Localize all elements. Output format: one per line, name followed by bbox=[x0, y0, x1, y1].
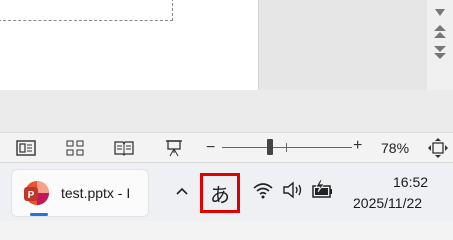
next-slide-icon[interactable] bbox=[433, 46, 447, 60]
scroll-down-arrow-icon[interactable] bbox=[433, 6, 447, 20]
normal-view-icon bbox=[16, 140, 36, 156]
show-hidden-icons-button[interactable] bbox=[172, 181, 192, 201]
reading-view-button[interactable] bbox=[113, 138, 135, 158]
zoom-slider-thumb[interactable] bbox=[267, 139, 273, 155]
status-bar: − + 78% bbox=[0, 132, 453, 163]
chevron-up-icon bbox=[176, 187, 188, 195]
reading-view-icon bbox=[114, 141, 134, 156]
fit-to-window-icon bbox=[428, 138, 448, 158]
clock-date[interactable]: 2025/11/22 bbox=[353, 195, 422, 211]
zoom-slider-center-tick bbox=[286, 143, 287, 152]
canvas-divider bbox=[258, 0, 259, 90]
active-app-indicator bbox=[30, 213, 48, 216]
svg-text:P: P bbox=[28, 190, 35, 201]
ime-mode-indicator[interactable]: あ bbox=[200, 173, 240, 213]
zoom-slider-track[interactable] bbox=[222, 147, 352, 148]
ime-mode-label: あ bbox=[210, 184, 230, 207]
slide-sorter-button[interactable] bbox=[64, 138, 86, 158]
taskbar-app-label: test.pptx - I bbox=[61, 185, 131, 201]
powerpoint-icon: P bbox=[24, 181, 49, 205]
windows-taskbar: P test.pptx - I あ 16:52 2025/11/22 bbox=[0, 162, 453, 221]
fit-slide-button[interactable] bbox=[427, 137, 449, 159]
taskbar-app-powerpoint[interactable]: P test.pptx - I bbox=[12, 170, 148, 216]
normal-view-button[interactable] bbox=[15, 138, 37, 158]
slide-canvas[interactable] bbox=[0, 0, 258, 90]
battery-charging-icon[interactable] bbox=[311, 180, 335, 200]
slide-show-button[interactable] bbox=[163, 138, 185, 158]
app-background bbox=[0, 90, 453, 132]
zoom-in-button[interactable]: + bbox=[353, 137, 362, 155]
wifi-icon[interactable] bbox=[252, 181, 274, 199]
previous-slide-icon[interactable] bbox=[433, 25, 447, 39]
zoom-out-button[interactable]: − bbox=[206, 139, 215, 157]
slide-placeholder-box[interactable] bbox=[0, 0, 173, 21]
zoom-level-label[interactable]: 78% bbox=[381, 140, 409, 156]
volume-icon[interactable] bbox=[282, 181, 304, 199]
vertical-scrollbar[interactable] bbox=[427, 0, 453, 90]
clock-time[interactable]: 16:52 bbox=[393, 174, 428, 190]
slide-sorter-icon bbox=[66, 140, 84, 156]
slide-show-icon bbox=[166, 140, 182, 157]
